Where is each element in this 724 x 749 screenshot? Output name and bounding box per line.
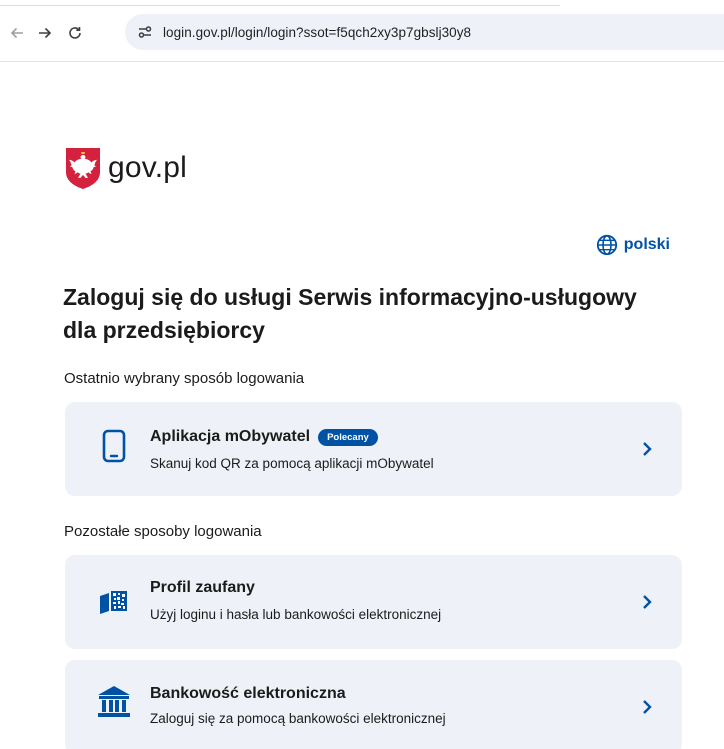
mobywatel-title: Aplikacja mObywatel bbox=[150, 428, 311, 445]
tab-strip bbox=[0, 0, 560, 6]
bank-title: Bankowość elektroniczna bbox=[150, 685, 346, 702]
url-text[interactable]: login.gov.pl/login/login?ssot=f5qch2xy3p… bbox=[163, 25, 471, 40]
chevron-right-icon bbox=[643, 595, 652, 609]
recommended-badge: Polecany bbox=[318, 428, 378, 446]
chevron-right-icon bbox=[643, 442, 652, 456]
login-method-profil-zaufany[interactable]: Profil zaufany Użyj loginu i hasła lub b… bbox=[65, 555, 682, 649]
chevron-right-icon bbox=[643, 700, 652, 714]
arrow-left-icon bbox=[10, 27, 23, 39]
login-method-bank[interactable]: Bankowość elektroniczna Zaloguj się za p… bbox=[65, 660, 682, 749]
profil-zaufany-icon bbox=[97, 585, 131, 619]
browser-toolbar: login.gov.pl/login/login?ssot=f5qch2xy3p… bbox=[0, 0, 724, 62]
reload-button[interactable] bbox=[64, 22, 86, 44]
phone-icon bbox=[97, 429, 131, 463]
profil-zaufany-description: Użyj loginu i hasła lub bankowości elekt… bbox=[150, 607, 442, 622]
back-button[interactable] bbox=[6, 22, 28, 44]
reload-icon bbox=[69, 27, 81, 39]
bank-icon bbox=[97, 684, 131, 718]
site-info-icon[interactable] bbox=[131, 18, 159, 46]
gov-pl-logo[interactable]: gov.pl bbox=[64, 146, 187, 190]
address-bar[interactable]: login.gov.pl/login/login?ssot=f5qch2xy3p… bbox=[125, 14, 724, 50]
profil-zaufany-title: Profil zaufany bbox=[150, 579, 255, 596]
globe-icon bbox=[596, 234, 617, 256]
logo-text: gov.pl bbox=[108, 151, 188, 184]
bank-description: Zaloguj się za pomocą bankowości elektro… bbox=[150, 711, 446, 726]
recent-method-label: Ostatnio wybrany sposób logowania bbox=[64, 370, 305, 387]
page-title: Zaloguj się do usługi Serwis informacyjn… bbox=[63, 284, 637, 343]
other-methods-label: Pozostałe sposoby logowania bbox=[64, 523, 262, 540]
forward-button[interactable] bbox=[34, 22, 56, 44]
language-selector[interactable]: polski bbox=[596, 234, 670, 256]
arrow-right-icon bbox=[39, 27, 52, 39]
mobywatel-description: Skanuj kod QR za pomocą aplikacji mObywa… bbox=[150, 456, 434, 471]
language-label: polski bbox=[623, 236, 670, 253]
login-method-mobywatel[interactable]: Aplikacja mObywatel Polecany Skanuj kod … bbox=[65, 402, 682, 496]
polish-emblem-icon bbox=[66, 148, 100, 189]
mobywatel-title-row: Aplikacja mObywatel Polecany bbox=[150, 428, 378, 446]
